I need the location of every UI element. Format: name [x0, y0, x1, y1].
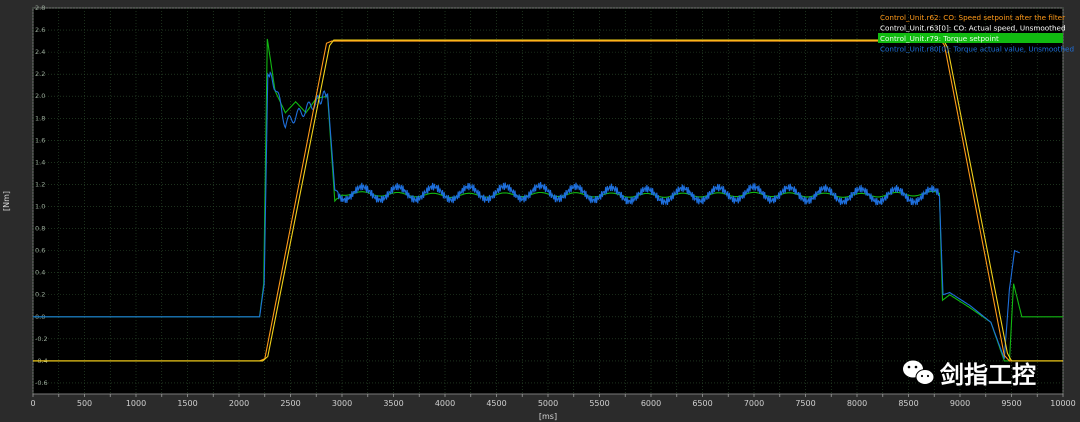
legend-entry[interactable]: Control_Unit.r80[0]: Torque actual value…	[880, 45, 1074, 54]
y-tick-label: 1.0	[35, 203, 45, 211]
x-tick-label: 10000	[1050, 399, 1075, 408]
x-tick-label: 6500	[692, 399, 712, 408]
legend-entry[interactable]: Control_Unit.r63[0]: CO: Actual speed, U…	[880, 24, 1066, 33]
y-tick-label: -0.2	[35, 335, 48, 343]
y-tick-label: 0.6	[35, 247, 45, 255]
legend-entry[interactable]: Control_Unit.r62: CO: Speed setpoint aft…	[880, 13, 1065, 22]
y-tick-label: 1.4	[35, 158, 45, 166]
x-tick-label: 9500	[1001, 399, 1021, 408]
y-tick-label: 2.6	[35, 26, 45, 34]
legend-entry[interactable]: Control_Unit.r79: Torque setpoint	[880, 34, 999, 43]
x-tick-label: 5500	[589, 399, 609, 408]
y-tick-label: 2.2	[35, 70, 45, 78]
y-tick-label: 1.8	[35, 114, 45, 122]
x-tick-label: 4000	[435, 399, 455, 408]
x-tick-label: 6000	[641, 399, 661, 408]
y-tick-label: 1.6	[35, 136, 45, 144]
x-tick-label: 3000	[332, 399, 352, 408]
x-tick-label: 8500	[898, 399, 918, 408]
y-tick-label: 0.4	[35, 269, 45, 277]
x-tick-label: 1000	[126, 399, 146, 408]
y-tick-label: -0.6	[35, 379, 48, 387]
x-tick-label: 7000	[744, 399, 764, 408]
x-tick-label: 0	[30, 399, 35, 408]
oscilloscope-chart: 2.8 2.6 2.4 2.2 2.0 1.8 1.6 1.4 1.2 1.0 0.8 0.6 0.4 0…	[0, 0, 1080, 422]
y-tick-label: 2.0	[35, 92, 45, 100]
y-tick-label: 2.4	[35, 48, 45, 56]
y-tick-label: 1.2	[35, 180, 45, 188]
x-tick-label: 9000	[950, 399, 970, 408]
watermark-text: 剑指工控	[939, 361, 1036, 389]
y-axis-label: [Nm]	[2, 191, 11, 211]
x-tick-label: 3500	[383, 399, 403, 408]
x-tick-label: 2500	[280, 399, 300, 408]
x-tick-label: 5000	[538, 399, 558, 408]
legend: Control_Unit.r62: CO: Speed setpoint aft…	[878, 13, 1074, 54]
y-tick-label: 0.2	[35, 291, 45, 299]
x-tick-label: 8000	[847, 399, 867, 408]
x-tick-label: 7500	[795, 399, 815, 408]
x-tick-label: 1500	[177, 399, 197, 408]
x-tick-label: 2000	[229, 399, 249, 408]
x-axis-label: [ms]	[539, 412, 557, 421]
y-tick-label: 0.8	[35, 225, 45, 233]
x-tick-label: 500	[77, 399, 92, 408]
x-tick-label: 4500	[486, 399, 506, 408]
y-tick-label: 2.8	[35, 4, 45, 12]
